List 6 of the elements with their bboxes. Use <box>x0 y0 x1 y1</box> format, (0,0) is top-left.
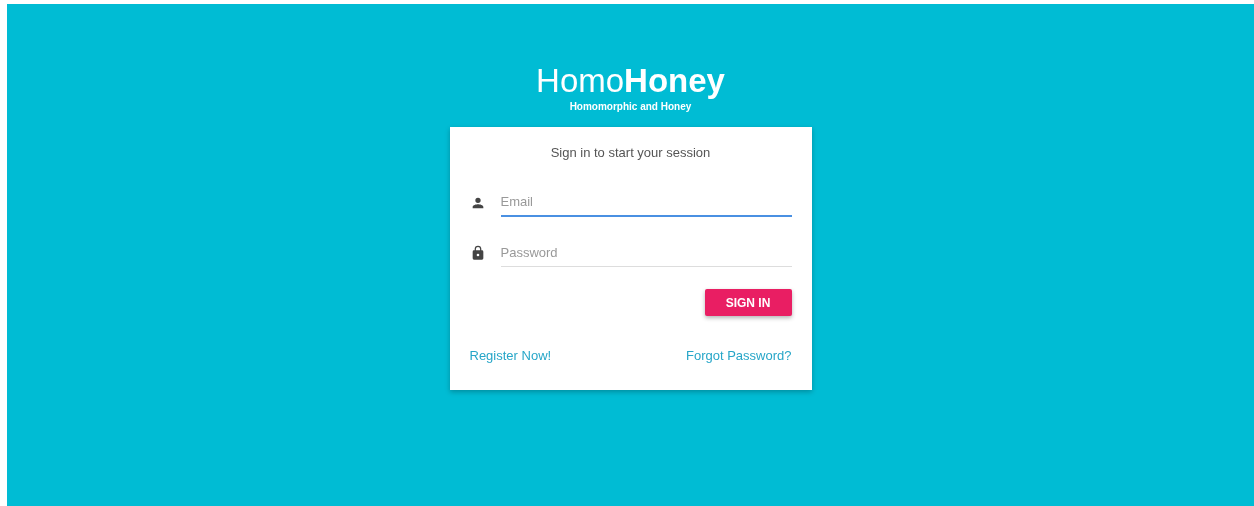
forgot-password-link[interactable]: Forgot Password? <box>686 348 792 363</box>
sign-in-button[interactable]: SIGN IN <box>704 289 792 316</box>
logo-subtitle: Homomorphic and Honey <box>569 101 692 112</box>
card-heading: Sign in to start your session <box>549 145 712 160</box>
register-link[interactable]: Register Now! <box>469 348 552 363</box>
logo-title: HomoHoney <box>536 62 725 100</box>
